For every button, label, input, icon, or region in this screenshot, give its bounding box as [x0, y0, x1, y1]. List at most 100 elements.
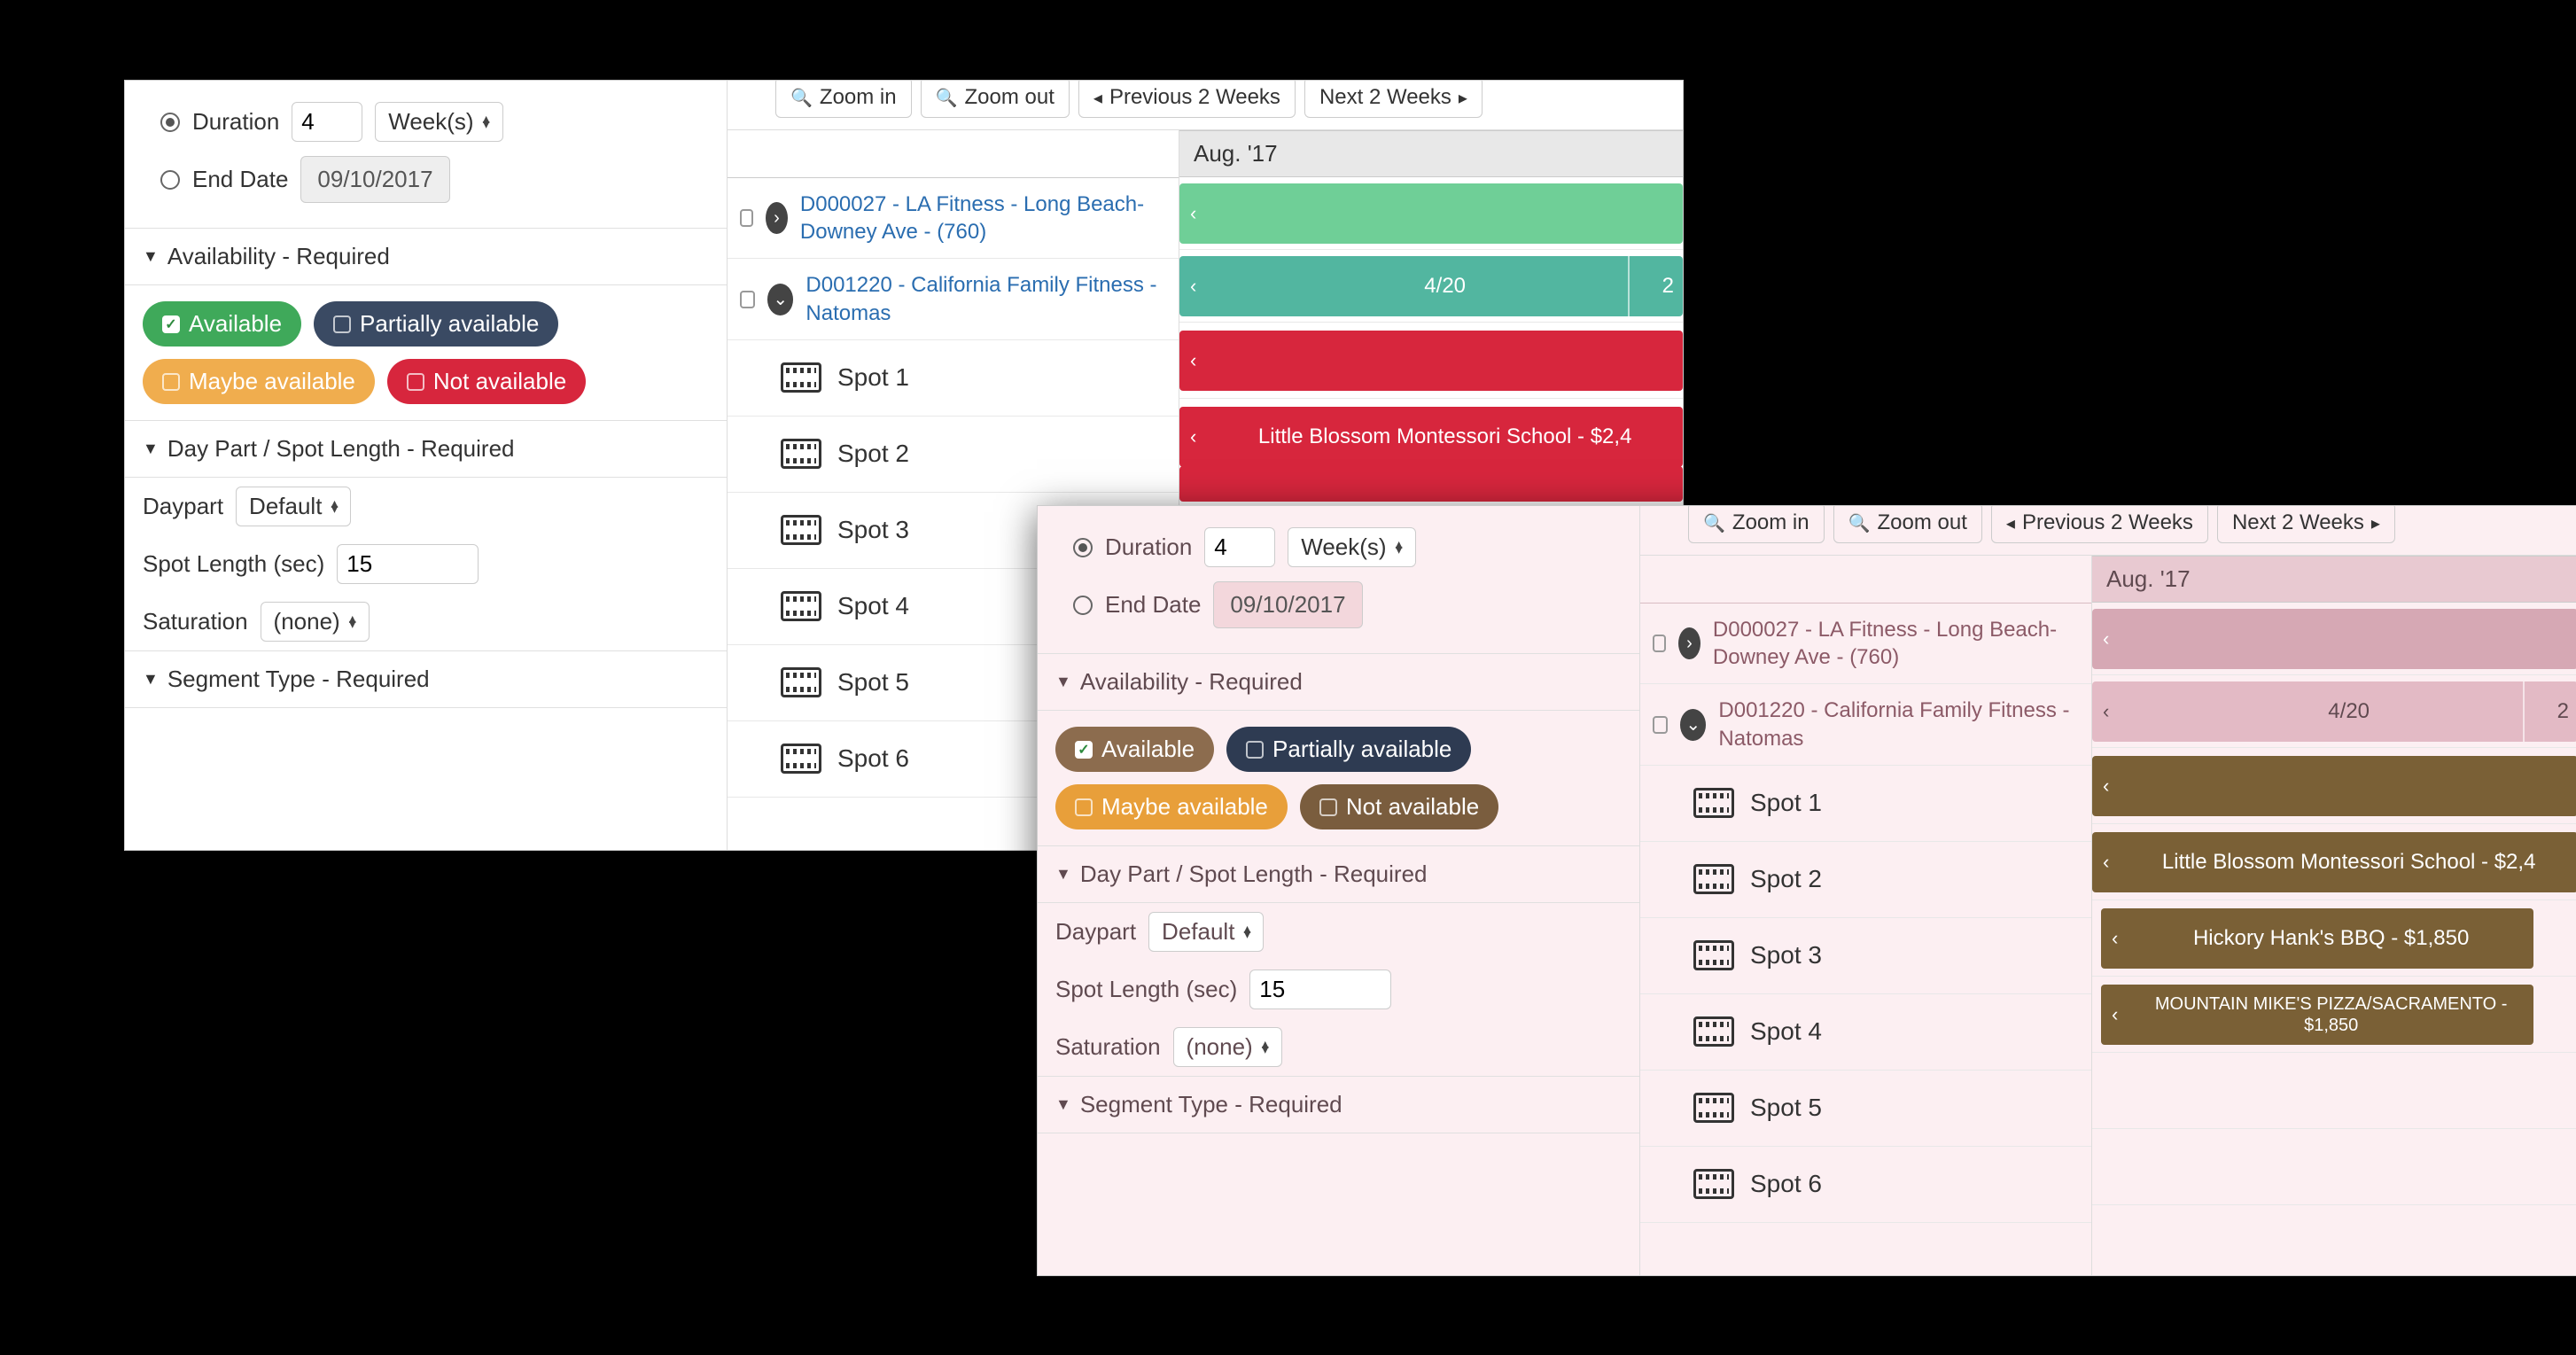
segment-section-header[interactable]: ▼Segment Type - Required — [1038, 1076, 1639, 1133]
enddate-input[interactable]: 09/10/2017 — [1213, 581, 1362, 628]
availability-section-header[interactable]: ▼Availability - Required — [1038, 654, 1639, 711]
pill-not[interactable]: Not available — [1300, 784, 1498, 829]
chevron-down-icon: ▼ — [1055, 865, 1071, 884]
daypart-section-header[interactable]: ▼Day Part / Spot Length - Required — [1038, 846, 1639, 903]
film-icon — [1693, 864, 1734, 894]
deal-label[interactable]: D000027 - LA Fitness - Long Beach-Downey… — [1713, 616, 2079, 671]
daypart-select[interactable]: Default — [236, 487, 351, 526]
gantt-bar[interactable]: ‹ — [2092, 609, 2576, 669]
chevron-left-icon: ◂ — [1093, 87, 1102, 109]
deal-label[interactable]: D000027 - LA Fitness - Long Beach-Downey… — [800, 191, 1166, 245]
spotlength-label: Spot Length (sec) — [143, 550, 324, 578]
spotlength-input[interactable] — [1249, 970, 1391, 1009]
daypart-section-header[interactable]: ▼Day Part / Spot Length - Required — [125, 421, 727, 478]
chevron-left-icon: ‹ — [2092, 700, 2120, 723]
month-header: Aug. '17 — [2092, 556, 2576, 603]
spot-row: Spot 1 — [728, 340, 1179, 417]
duration-radio[interactable] — [160, 113, 180, 132]
gantt-bar[interactable] — [1179, 466, 1683, 502]
zoom-out-button[interactable]: 🔍Zoom out — [921, 81, 1070, 118]
chevron-left-icon: ‹ — [1179, 349, 1207, 372]
saturation-select[interactable]: (none) — [261, 602, 370, 642]
chevron-down-icon: ▼ — [143, 247, 159, 266]
search-minus-icon: 🔍 — [1848, 512, 1871, 534]
prev-weeks-button[interactable]: ◂Previous 2 Weeks — [1078, 81, 1296, 118]
enddate-label: End Date — [192, 166, 288, 193]
chevron-right-icon: ▸ — [1459, 87, 1467, 109]
bar-value: 4/20 — [2120, 699, 2576, 724]
gantt-bar[interactable]: ‹Little Blossom Montessori School - $2,4 — [1179, 407, 1683, 467]
zoom-in-button[interactable]: 🔍Zoom in — [775, 81, 912, 118]
deal-row: › D000027 - LA Fitness - Long Beach-Down… — [1640, 604, 2091, 684]
prev-weeks-button[interactable]: ◂Previous 2 Weeks — [1991, 506, 2208, 543]
spot-row: Spot 5 — [1640, 1071, 2091, 1147]
chevron-left-icon: ‹ — [2092, 775, 2120, 798]
deal-label[interactable]: D001220 - California Family Fitness - Na… — [805, 271, 1166, 326]
film-icon — [781, 591, 821, 621]
duration-radio[interactable] — [1073, 538, 1093, 557]
duration-input[interactable] — [292, 102, 362, 142]
spot-label: Spot 2 — [1750, 865, 1822, 893]
next-weeks-button[interactable]: Next 2 Weeks▸ — [2217, 506, 2395, 543]
enddate-radio[interactable] — [160, 170, 180, 190]
duration-label: Duration — [1105, 533, 1192, 561]
pill-not[interactable]: Not available — [387, 359, 586, 404]
film-icon — [781, 744, 821, 774]
spot-row: Spot 3 — [1640, 918, 2091, 994]
expand-right-icon[interactable]: › — [1678, 627, 1700, 659]
gantt-bar[interactable]: ‹ — [2092, 756, 2576, 816]
enddate-input[interactable]: 09/10/2017 — [300, 156, 449, 203]
duration-unit-select[interactable]: Week(s) — [1288, 527, 1415, 567]
spot-row: Spot 2 — [1640, 842, 2091, 918]
spot-row: Spot 2 — [728, 417, 1179, 493]
duration-unit-select[interactable]: Week(s) — [375, 102, 502, 142]
pill-available[interactable]: Available — [143, 301, 301, 347]
zoom-in-button[interactable]: 🔍Zoom in — [1688, 506, 1825, 543]
pill-maybe[interactable]: Maybe available — [143, 359, 375, 404]
saturation-select[interactable]: (none) — [1173, 1027, 1282, 1067]
daypart-select[interactable]: Default — [1148, 912, 1264, 952]
deal-checkbox[interactable] — [740, 291, 755, 308]
segment-section-header[interactable]: ▼Segment Type - Required — [125, 650, 727, 708]
bar-label: Little Blossom Montessori School - $2,4 — [2120, 850, 2576, 875]
enddate-radio[interactable] — [1073, 596, 1093, 615]
expand-right-icon[interactable]: › — [766, 202, 788, 234]
sidebar: Duration Week(s) End Date 09/10/2017 ▼Av… — [125, 81, 728, 850]
gantt-bar[interactable]: ‹Little Blossom Montessori School - $2,4 — [2092, 832, 2576, 892]
gantt-bar[interactable]: ‹4/202 — [2092, 681, 2576, 742]
spot-label: Spot 3 — [1750, 941, 1822, 970]
search-plus-icon: 🔍 — [790, 87, 813, 109]
gantt-bar[interactable]: ‹ — [1179, 331, 1683, 391]
availability-section-header[interactable]: ▼Availability - Required — [125, 229, 727, 285]
gantt-bar[interactable]: ‹Hickory Hank's BBQ - $1,850 — [2101, 908, 2533, 969]
spotlength-input[interactable] — [337, 544, 479, 584]
chevron-left-icon: ‹ — [2101, 927, 2129, 950]
pill-maybe[interactable]: Maybe available — [1055, 784, 1288, 829]
gantt-bar[interactable]: ‹MOUNTAIN MIKE'S PIZZA/SACRAMENTO - $1,8… — [2101, 985, 2533, 1045]
chevron-left-icon: ‹ — [1179, 202, 1207, 225]
pill-available[interactable]: Available — [1055, 727, 1214, 772]
expand-down-icon[interactable]: ⌄ — [767, 284, 793, 315]
deal-checkbox[interactable] — [1653, 635, 1666, 652]
deal-label[interactable]: D001220 - California Family Fitness - Na… — [1718, 697, 2079, 751]
gantt-bar[interactable]: ‹4/202 — [1179, 256, 1683, 316]
deal-checkbox[interactable] — [1653, 716, 1668, 734]
availability-pills: Available Partially available Maybe avai… — [1038, 711, 1639, 846]
spot-label: Spot 2 — [837, 440, 909, 468]
chevron-right-icon: ▸ — [2371, 512, 2380, 534]
spot-label: Spot 6 — [837, 744, 909, 773]
pill-partial[interactable]: Partially available — [1226, 727, 1471, 772]
chevron-down-icon: ▼ — [143, 440, 159, 458]
saturation-label: Saturation — [1055, 1033, 1161, 1061]
duration-input[interactable] — [1204, 527, 1275, 567]
gantt-bar[interactable]: ‹ — [1179, 183, 1683, 244]
pill-partial[interactable]: Partially available — [314, 301, 558, 347]
search-plus-icon: 🔍 — [1703, 512, 1725, 534]
next-weeks-button[interactable]: Next 2 Weeks▸ — [1304, 81, 1483, 118]
spot-label: Spot 6 — [1750, 1170, 1822, 1198]
zoom-out-button[interactable]: 🔍Zoom out — [1833, 506, 1982, 543]
deal-checkbox[interactable] — [740, 209, 753, 227]
expand-down-icon[interactable]: ⌄ — [1680, 709, 1706, 741]
month-header: Aug. '17 — [1179, 130, 1683, 177]
deal-row: › D000027 - LA Fitness - Long Beach-Down… — [728, 178, 1179, 259]
